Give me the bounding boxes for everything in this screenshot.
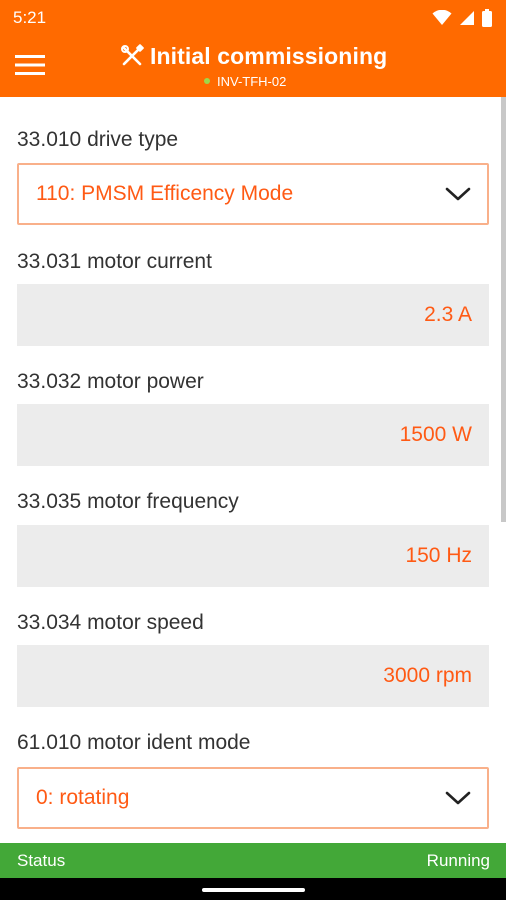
ident-mode-label: 61.010 motor ident mode [17,731,251,754]
motor-power-label: 33.032 motor power [17,370,204,393]
status-icons [432,9,492,27]
clock: 5:21 [13,8,47,27]
connection-status-dot [204,78,210,84]
motor-frequency-field: 150 Hz [17,525,489,587]
motor-current-field: 2.3 A [17,284,489,346]
system-status-bar: 5:21 [0,0,506,36]
motor-speed-field: 3000 rpm [17,645,489,707]
app-bar: 5:21 Initial commissioning INV-TFH-02 [0,0,506,97]
device-status-bar: Status Running [0,843,506,878]
device-name: INV-TFH-02 [217,73,287,89]
status-label: Status [17,850,66,870]
cell-signal-icon [460,11,474,25]
drive-type-label: 33.010 drive type [17,128,179,151]
parameter-list[interactable]: 33.010 drive type 110: PMSM Efficency Mo… [0,97,506,843]
ident-mode-select[interactable]: 0: rotating [17,767,489,829]
scrollbar[interactable] [501,97,506,522]
motor-frequency-label: 33.035 motor frequency [17,490,239,513]
motor-power-field: 1500 W [17,404,489,466]
battery-icon [482,9,492,27]
chevron-down-icon [445,187,471,201]
motor-speed-value: 3000 rpm [383,664,472,687]
drive-type-select[interactable]: 110: PMSM Efficency Mode [17,163,489,225]
system-navigation-bar [0,878,506,900]
page-header: Initial commissioning INV-TFH-02 [0,40,506,94]
motor-frequency-value: 150 Hz [405,544,472,567]
drive-type-value: 110: PMSM Efficency Mode [36,182,294,205]
title-row: Initial commissioning [120,40,387,72]
tools-icon [121,44,144,66]
home-gesture-handle[interactable] [202,888,305,892]
page-title: Initial commissioning [150,42,388,69]
motor-current-value: 2.3 A [424,303,472,326]
status-value: Running [426,850,490,870]
motor-current-label: 33.031 motor current [17,250,212,273]
motor-power-value: 1500 W [399,423,472,446]
motor-speed-label: 33.034 motor speed [17,611,204,634]
device-indicator: INV-TFH-02 [204,73,286,89]
chevron-down-icon [445,791,471,805]
ident-mode-value: 0: rotating [36,786,130,809]
wifi-icon [432,10,452,25]
